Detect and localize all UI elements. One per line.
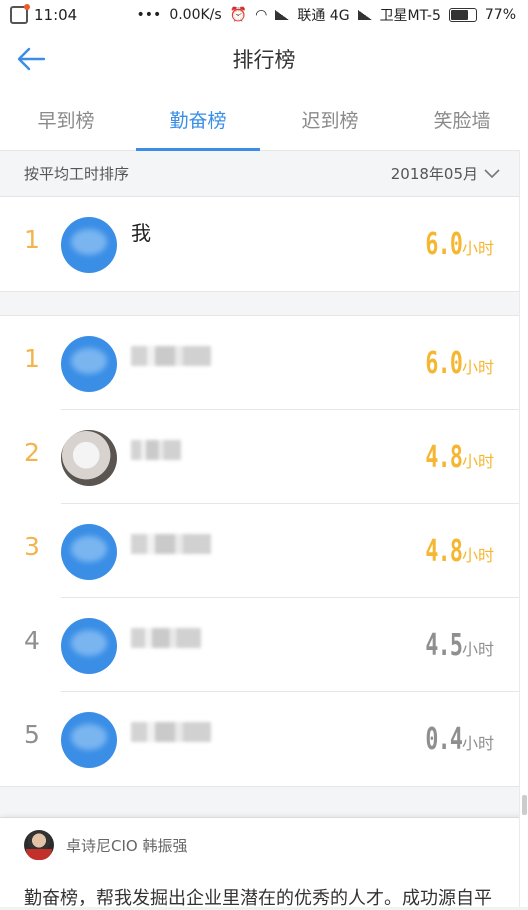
leaderboard-row[interactable]: 2 4.8 小时 [0,410,528,504]
sort-label: 按平均工时排序 [24,165,130,183]
nav-bar: 排行榜 [0,30,528,88]
testimonial-text: 勤奋榜，帮我发掘出企业里潜在的优秀的人才。成功源自平 [24,888,492,909]
more-dots-icon: ••• [136,7,162,23]
hours-value: 4.8 小时 [425,440,494,475]
hours-value: 0.4 小时 [425,722,494,757]
blurred-name [131,628,201,648]
avatar [61,712,117,768]
blurred-name [131,534,211,554]
leaderboard-row[interactable]: 1 6.0 小时 [0,316,528,410]
tab-bar: 早到榜 勤奋榜 迟到榜 笑脸墙 [0,88,528,151]
my-rank-row[interactable]: 1 我 6.0 小时 [0,197,528,291]
rank-number: 4 [24,626,40,655]
hours-value: 4.8 小时 [425,534,494,569]
arrow-left-icon [17,47,46,71]
rank-number: 1 [24,225,40,254]
leaderboard-row[interactable]: 3 4.8 小时 [0,504,528,598]
hours-value: 6.0 小时 [425,227,494,262]
rank-number: 3 [24,532,40,561]
avatar [61,336,117,392]
scrollbar-track[interactable] [519,150,528,907]
hours-value: 4.5 小时 [425,628,494,663]
avatar [61,524,117,580]
avatar [61,217,117,273]
hours-value: 6.0 小时 [425,346,494,381]
app-notification-icon [10,4,30,24]
carrier-1: 联通 4G [297,8,350,24]
filter-bar: 按平均工时排序 2018年05月 [0,151,528,197]
back-button[interactable] [14,42,48,76]
page-title: 排行榜 [232,48,296,72]
leaderboard-row[interactable]: 5 0.4 小时 [0,692,528,786]
status-bar: 11:04 ••• 0.00K/s ⏰ ◠ 联通 4G 卫星MT-5 77% [0,0,528,30]
signal-icon [275,10,290,20]
tab-diligent[interactable]: 勤奋榜 [132,88,264,151]
section-gap [0,291,528,316]
user-name: 我 [131,221,151,245]
section-gap [0,786,528,818]
wifi-icon: ◠ [255,7,268,23]
leaderboard-row[interactable]: 4 4.5 小时 [0,598,528,692]
signal-icon-2 [357,10,372,20]
alarm-icon: ⏰ [229,7,248,23]
chevron-down-icon [484,168,500,178]
avatar [61,618,117,674]
month-selector[interactable]: 2018年05月 [391,163,500,184]
tab-late[interactable]: 迟到榜 [264,88,396,150]
blurred-name [131,722,211,742]
author-name: 卓诗尼CIO 韩振强 [66,836,188,855]
rank-number: 2 [24,438,40,467]
tab-smile-wall[interactable]: 笑脸墙 [396,88,528,150]
rank-number: 1 [24,344,40,373]
tab-early[interactable]: 早到榜 [0,88,132,150]
battery-icon [448,8,477,22]
net-speed: 0.00K/s [169,7,222,23]
status-time: 11:04 [34,6,78,24]
battery-percent: 77% [484,7,516,23]
scrollbar-thumb[interactable] [522,795,527,815]
blurred-name [131,346,211,366]
avatar [61,430,117,486]
blurred-name [131,440,181,460]
month-label: 2018年05月 [390,165,478,183]
carrier-2: 卫星MT-5 [379,8,441,24]
testimonial-card: 卓诗尼CIO 韩振强 勤奋榜，帮我发掘出企业里潜在的优秀的人才。成功源自平 [0,818,528,909]
author-avatar [24,830,54,860]
rank-number: 5 [24,720,40,749]
